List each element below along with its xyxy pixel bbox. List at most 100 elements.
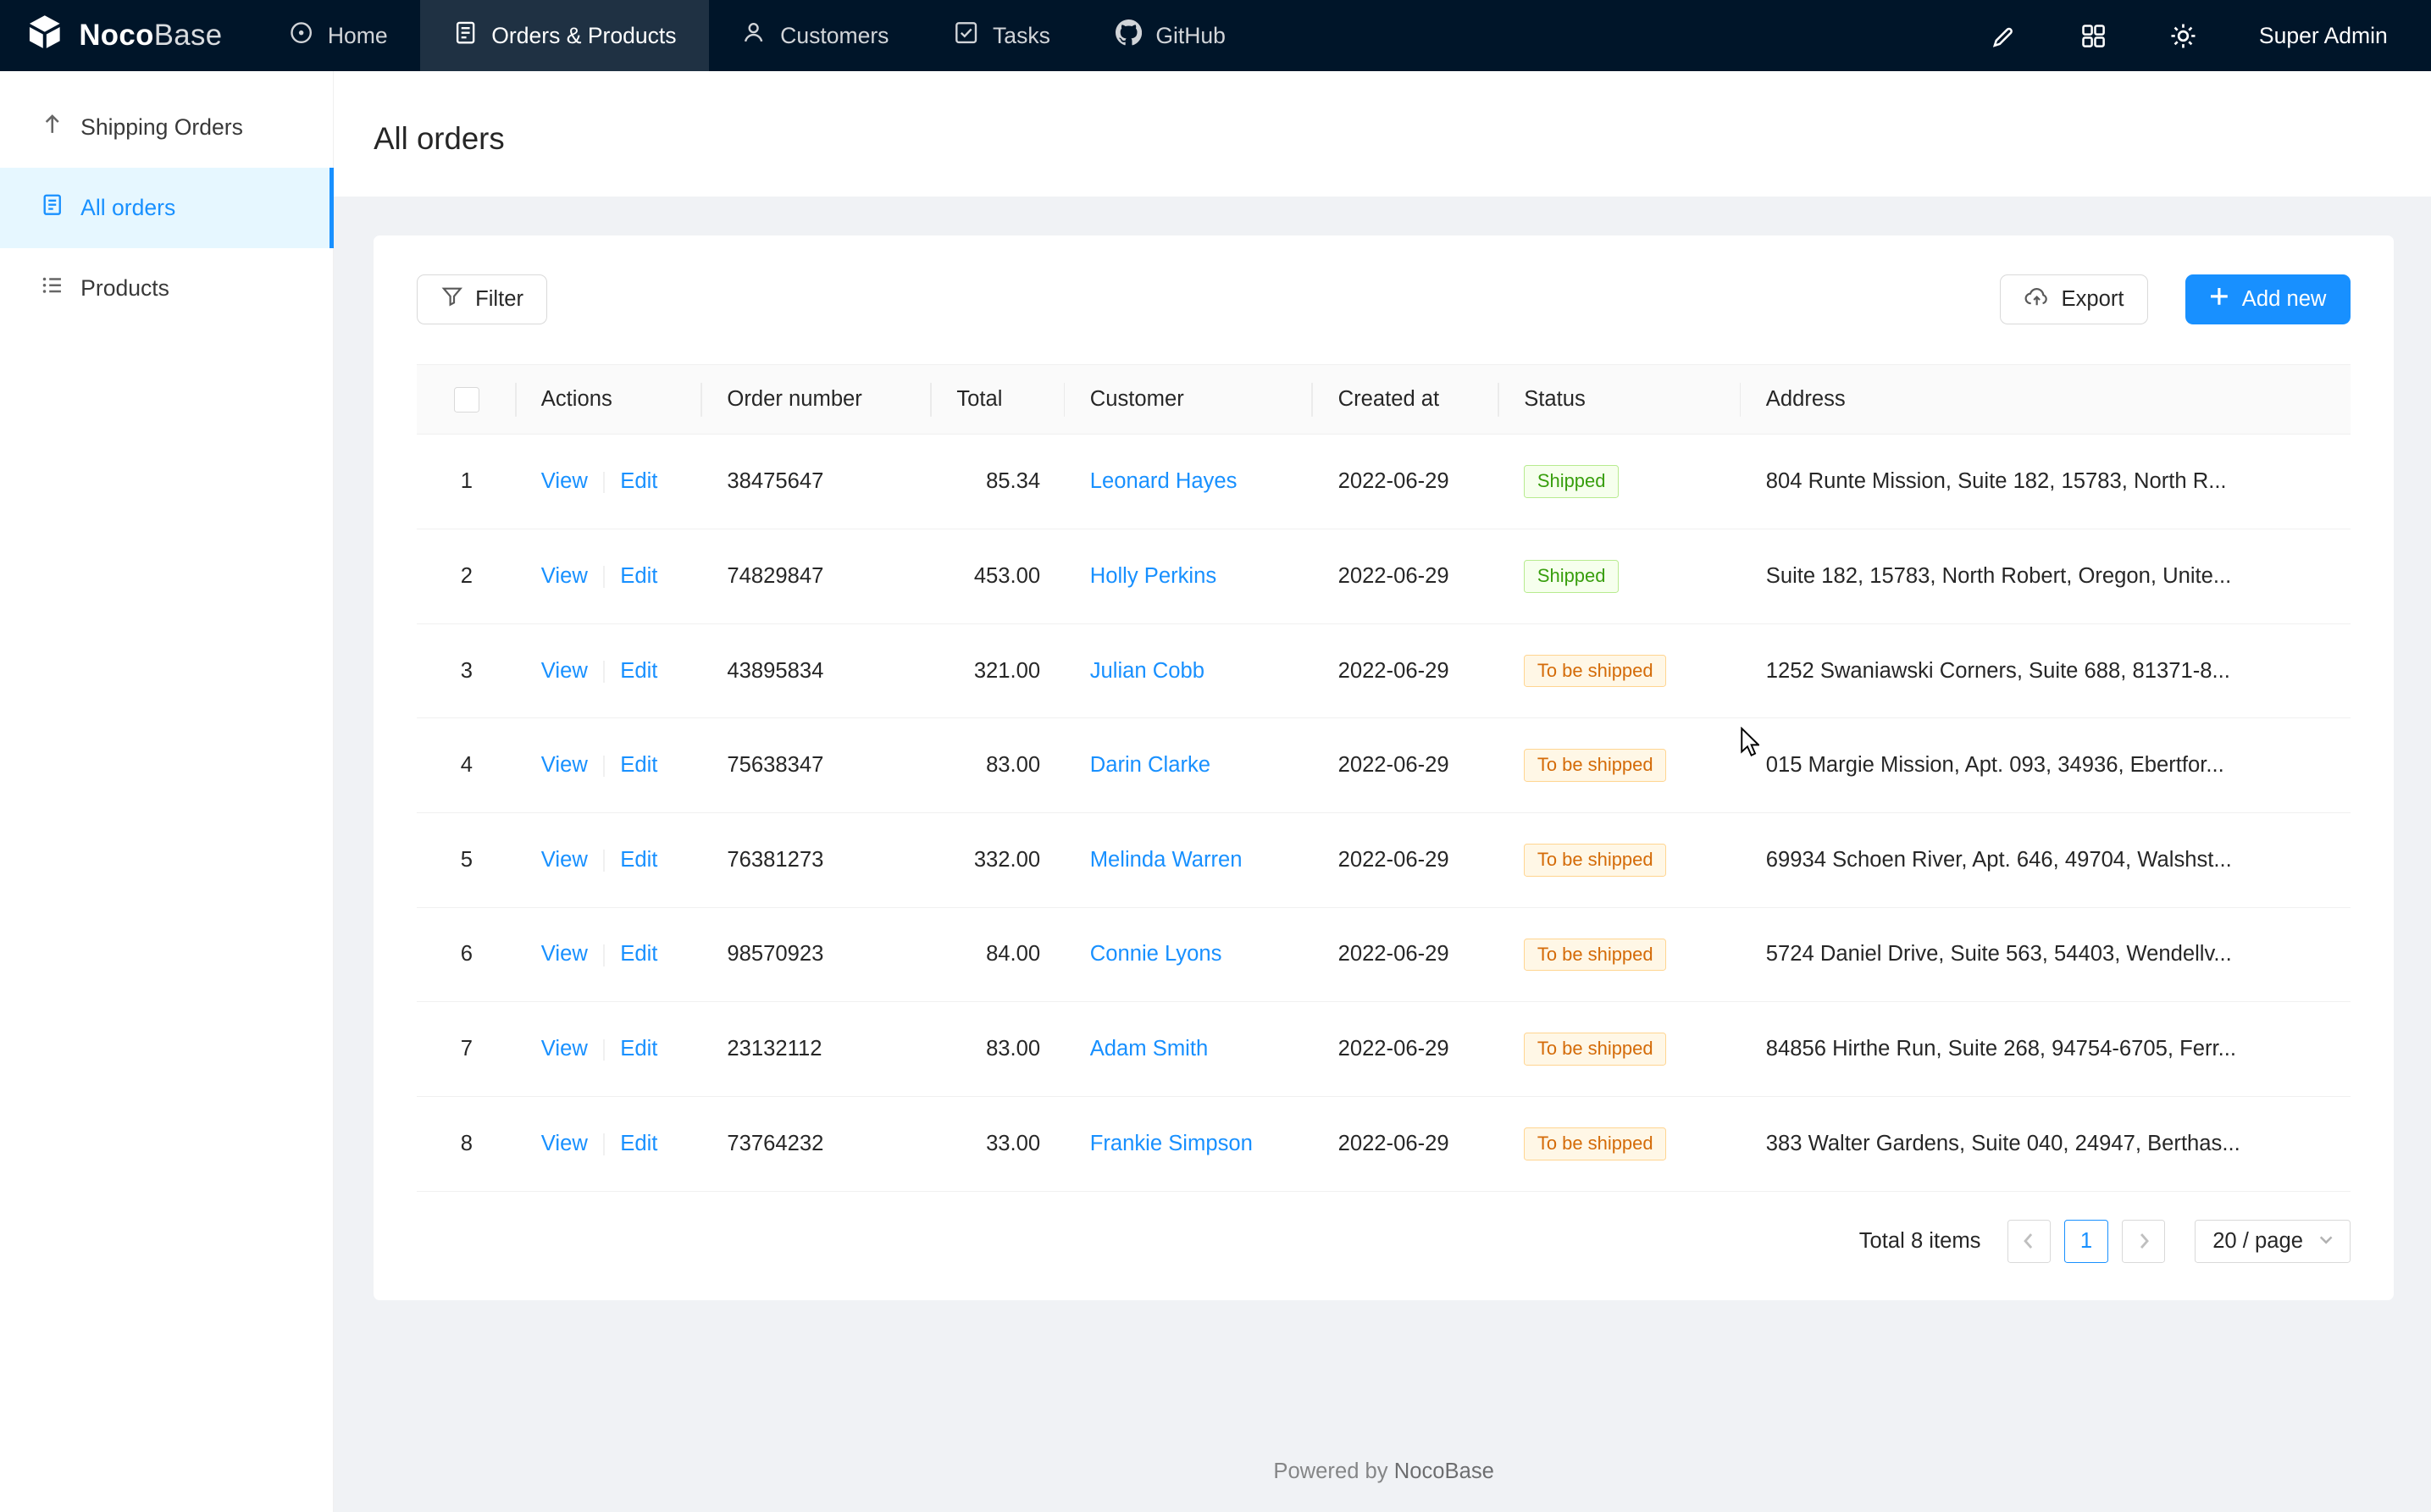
cube-logo-icon <box>25 12 65 59</box>
nav-item-home[interactable]: Home <box>257 0 420 71</box>
address-cell: 015 Margie Mission, Apt. 093, 34936, Ebe… <box>1741 718 2350 813</box>
address-cell: 383 Walter Gardens, Suite 040, 24947, Be… <box>1741 1096 2350 1191</box>
powered-by-footer: Powered by NocoBase <box>374 1425 2394 1511</box>
action-divider <box>603 472 605 494</box>
status-cell: To be shipped <box>1499 813 1742 908</box>
column-header-customer: Customer <box>1065 365 1313 435</box>
customer-link[interactable]: Julian Cobb <box>1090 659 1204 683</box>
order-number-cell: 73764232 <box>702 1096 932 1191</box>
sidebar-item-shipping-orders[interactable]: Shipping Orders <box>0 86 333 167</box>
created-at-cell: 2022-06-29 <box>1313 623 1499 718</box>
table-row: 2 ViewEdit 74829847 453.00 Holly Perkins… <box>417 529 2351 624</box>
edit-link[interactable]: Edit <box>620 942 657 966</box>
customer-link[interactable]: Melinda Warren <box>1090 848 1243 872</box>
nav-label: GitHub <box>1155 23 1226 49</box>
table-row: 5 ViewEdit 76381273 332.00 Melinda Warre… <box>417 813 2351 908</box>
customer-link[interactable]: Holly Perkins <box>1090 564 1216 588</box>
column-header-status: Status <box>1499 365 1742 435</box>
address-cell: 1252 Swaniawski Corners, Suite 688, 8137… <box>1741 623 2350 718</box>
status-badge: To be shipped <box>1524 749 1666 782</box>
total-cell: 83.00 <box>932 718 1065 813</box>
page-title: All orders <box>374 121 505 157</box>
footer-brand-link[interactable]: NocoBase <box>1394 1459 1494 1483</box>
orders-table-card: Filter Export <box>374 235 2394 1299</box>
edit-link[interactable]: Edit <box>620 1037 657 1061</box>
order-number-cell: 98570923 <box>702 907 932 1002</box>
column-header-created-at: Created at <box>1313 365 1499 435</box>
actions-cell: View Edit <box>517 1096 703 1191</box>
status-cell: To be shipped <box>1499 907 1742 1002</box>
edit-link[interactable]: Edit <box>620 1132 657 1155</box>
status-badge: Shipped <box>1524 560 1619 593</box>
edit-link[interactable]: Edit <box>620 564 657 588</box>
plus-icon <box>2209 286 2229 313</box>
view-link[interactable]: View <box>541 1132 588 1155</box>
table-header-row: Actions Order number Total Customer Crea… <box>417 365 2351 435</box>
total-cell: 83.00 <box>932 1002 1065 1097</box>
row-index: 4 <box>417 718 516 813</box>
row-index: 7 <box>417 1002 516 1097</box>
customer-link[interactable]: Frankie Simpson <box>1090 1132 1253 1155</box>
status-badge: Shipped <box>1524 465 1619 498</box>
total-cell: 33.00 <box>932 1096 1065 1191</box>
total-cell: 84.00 <box>932 907 1065 1002</box>
page-size-select[interactable]: 20 / page <box>2195 1220 2351 1263</box>
column-header-total: Total <box>932 365 1065 435</box>
customer-cell: Adam Smith <box>1065 1002 1313 1097</box>
action-divider <box>603 1039 605 1061</box>
sidebar-item-products[interactable]: Products <box>0 248 333 329</box>
ui-editor-highlighter-icon[interactable] <box>1989 22 2017 50</box>
select-all-checkbox[interactable] <box>454 387 479 412</box>
export-button[interactable]: Export <box>2000 274 2148 324</box>
row-index: 8 <box>417 1096 516 1191</box>
view-link[interactable]: View <box>541 942 588 966</box>
view-link[interactable]: View <box>541 848 588 872</box>
actions-cell: View Edit <box>517 813 703 908</box>
view-link[interactable]: View <box>541 659 588 683</box>
customer-link[interactable]: Connie Lyons <box>1090 942 1222 966</box>
created-at-cell: 2022-06-29 <box>1313 718 1499 813</box>
status-badge: To be shipped <box>1524 939 1666 972</box>
status-badge: To be shipped <box>1524 844 1666 877</box>
orders-file-icon <box>453 20 478 51</box>
customer-link[interactable]: Darin Clarke <box>1090 753 1210 777</box>
nav-item-github[interactable]: GitHub <box>1083 0 1258 71</box>
edit-link[interactable]: Edit <box>620 469 657 493</box>
created-at-cell: 2022-06-29 <box>1313 907 1499 1002</box>
prev-page-button[interactable] <box>2007 1220 2051 1263</box>
edit-link[interactable]: Edit <box>620 753 657 777</box>
add-new-button[interactable]: Add new <box>2185 274 2351 324</box>
orders-list-icon <box>41 193 64 222</box>
nocobase-logo[interactable]: NocoBase <box>25 12 222 59</box>
nav-item-tasks[interactable]: Tasks <box>922 0 1083 71</box>
page-number-1[interactable]: 1 <box>2064 1220 2107 1263</box>
sidebar-item-all-orders[interactable]: All orders <box>0 168 333 248</box>
view-link[interactable]: View <box>541 469 588 493</box>
tasks-icon <box>954 20 978 51</box>
view-link[interactable]: View <box>541 753 588 777</box>
view-link[interactable]: View <box>541 1037 588 1061</box>
edit-link[interactable]: Edit <box>620 659 657 683</box>
edit-link[interactable]: Edit <box>620 848 657 872</box>
action-divider <box>603 850 605 872</box>
customer-link[interactable]: Leonard Hayes <box>1090 469 1238 493</box>
settings-gear-icon[interactable] <box>2169 22 2197 50</box>
nav-item-orders-products[interactable]: Orders & Products <box>420 0 709 71</box>
action-divider <box>603 1133 605 1155</box>
filter-button-label: Filter <box>475 287 523 312</box>
status-cell: To be shipped <box>1499 623 1742 718</box>
customer-cell: Melinda Warren <box>1065 813 1313 908</box>
next-page-button[interactable] <box>2122 1220 2165 1263</box>
apps-grid-icon[interactable] <box>2079 22 2107 50</box>
user-menu[interactable]: Super Admin <box>2259 23 2388 49</box>
nav-item-customers[interactable]: Customers <box>709 0 922 71</box>
total-cell: 85.34 <box>932 435 1065 529</box>
customer-cell: Holly Perkins <box>1065 529 1313 624</box>
main-area: All orders Filter <box>334 71 2431 1511</box>
sidebar: Shipping Orders All orders <box>0 71 334 1511</box>
view-link[interactable]: View <box>541 564 588 588</box>
page-size-value: 20 / page <box>2212 1229 2303 1254</box>
filter-button[interactable]: Filter <box>417 274 547 324</box>
customer-link[interactable]: Adam Smith <box>1090 1037 1208 1061</box>
actions-cell: View Edit <box>517 1002 703 1097</box>
